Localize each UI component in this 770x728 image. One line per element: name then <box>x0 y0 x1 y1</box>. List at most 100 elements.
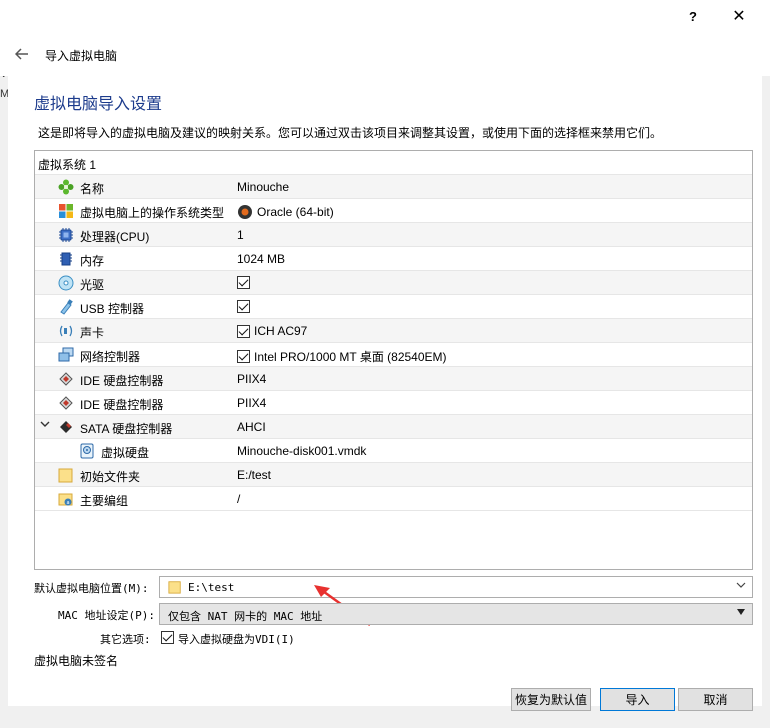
tree-row-ide-1[interactable]: IDE 硬盘控制器 PIIX4 <box>35 367 752 391</box>
value-text: Oracle (64-bit) <box>257 205 334 219</box>
row-label: IDE 硬盘控制器 <box>80 398 164 412</box>
bg-text: M <box>0 88 8 100</box>
cd-checkbox[interactable] <box>237 276 250 289</box>
row-value: Intel PRO/1000 MT 桌面 (82540EM) <box>237 348 447 365</box>
chevron-down-icon[interactable] <box>40 419 52 433</box>
ram-icon <box>58 251 74 267</box>
wizard-nav: 导入虚拟电脑 <box>0 32 770 76</box>
tree-row-ram[interactable]: 内存 1024 MB <box>35 247 752 271</box>
tree-row-hard-disk[interactable]: 虚拟硬盘 Minouche-disk001.vmdk <box>35 439 752 463</box>
wizard-title: 导入虚拟电脑 <box>45 49 118 63</box>
group-icon: a <box>58 491 74 507</box>
unsigned-notice: 虚拟电脑未签名 <box>34 654 119 668</box>
import-vdi-label[interactable]: 导入虚拟硬盘为VDI(I) <box>178 631 295 647</box>
tree-row-group[interactable]: a 主要编组 / <box>35 487 752 511</box>
value-text: Minouche-disk001.vmdk <box>237 444 367 458</box>
row-value: PIIX4 <box>237 396 266 410</box>
tree-row-sound[interactable]: 声卡 ICH AC97 <box>35 319 752 343</box>
value-text: 1024 MB <box>237 252 286 266</box>
help-button[interactable]: ? <box>670 0 716 32</box>
row-value: 1024 MB <box>237 252 285 266</box>
row-label: 内存 <box>80 254 105 268</box>
back-arrow-icon <box>15 48 28 60</box>
value-text: / <box>237 492 241 506</box>
oracle-os-icon <box>238 205 252 219</box>
location-combobox[interactable]: E:\test <box>159 576 753 598</box>
value-text: PIIX4 <box>237 372 267 386</box>
row-value: E:/test <box>237 468 271 482</box>
value-text: PIIX4 <box>237 396 267 410</box>
row-label: 虚拟硬盘 <box>101 446 150 460</box>
value-text: AHCI <box>237 420 266 434</box>
sata-icon <box>58 419 74 435</box>
page-heading: 虚拟电脑导入设置 <box>34 96 163 113</box>
back-button[interactable] <box>12 44 32 64</box>
tree-row-system[interactable]: 虚拟系统 1 <box>35 151 752 175</box>
row-value: Minouche-disk001.vmdk <box>237 444 366 458</box>
value-text: 1 <box>237 228 244 242</box>
tree-row-ide-2[interactable]: IDE 硬盘控制器 PIIX4 <box>35 391 752 415</box>
system-label: 虚拟系统 1 <box>38 158 97 172</box>
value-text: ICH AC97 <box>254 324 308 338</box>
row-value: / <box>237 492 240 506</box>
row-value: PIIX4 <box>237 372 266 386</box>
row-value: Oracle (64-bit) <box>237 204 334 220</box>
row-label: 处理器(CPU) <box>80 230 150 244</box>
row-value: 1 <box>237 228 244 242</box>
sound-icon <box>58 323 74 339</box>
row-label: 虚拟电脑上的操作系统类型 <box>80 206 225 220</box>
cd-icon <box>58 275 74 291</box>
row-value: AHCI <box>237 420 266 434</box>
tree-row-cpu[interactable]: 处理器(CPU) 1 <box>35 223 752 247</box>
tree-row-name[interactable]: 名称 Minouche <box>35 175 752 199</box>
tree-row-cd[interactable]: 光驱 <box>35 271 752 295</box>
import-vdi-checkbox[interactable] <box>161 631 174 644</box>
folder-icon <box>58 467 74 483</box>
network-icon <box>58 347 74 363</box>
usb-checkbox[interactable] <box>237 300 250 313</box>
other-options-label: 其它选项: <box>100 633 151 646</box>
tree-row-network[interactable]: 网络控制器 Intel PRO/1000 MT 桌面 (82540EM) <box>35 343 752 367</box>
import-button[interactable]: 导入 <box>600 688 675 711</box>
row-label: USB 控制器 <box>80 302 145 316</box>
os-type-icon <box>58 203 74 219</box>
value-text: Minouche <box>237 180 290 194</box>
row-label: 名称 <box>80 182 105 196</box>
usb-icon <box>58 299 74 315</box>
close-button[interactable]: ✕ <box>716 0 762 32</box>
row-label: IDE 硬盘控制器 <box>80 374 164 388</box>
caret-down-icon[interactable] <box>736 608 746 619</box>
ide-icon <box>58 395 74 411</box>
tree-row-usb[interactable]: USB 控制器 <box>35 295 752 319</box>
row-label: 主要编组 <box>80 494 129 508</box>
page-description: 这是即将导入的虚拟电脑及建议的映射关系。您可以通过双击该项目来调整其设置，或使用… <box>38 126 663 140</box>
value-text: E:/test <box>237 468 272 482</box>
row-label: SATA 硬盘控制器 <box>80 422 173 436</box>
network-checkbox[interactable] <box>237 350 250 363</box>
hard-disk-icon <box>79 443 95 459</box>
mac-policy-label: MAC 地址设定(P): <box>58 609 155 622</box>
appliance-settings-tree[interactable]: 虚拟系统 1 名称 Minouche 虚拟电脑上的操作系统类型 Oracle (… <box>34 150 753 570</box>
row-value <box>237 300 250 313</box>
cancel-button[interactable]: 取消 <box>678 688 753 711</box>
row-value <box>237 276 250 289</box>
row-label: 初始文件夹 <box>80 470 141 484</box>
location-value: E:\test <box>188 581 235 594</box>
sound-checkbox[interactable] <box>237 324 250 338</box>
value-text: Intel PRO/1000 MT 桌面 (82540EM) <box>254 350 447 364</box>
location-label: 默认虚拟电脑位置(M): <box>34 582 149 595</box>
wizard-page: 虚拟电脑导入设置 这是即将导入的虚拟电脑及建议的映射关系。您可以通过双击该项目来… <box>8 76 762 711</box>
row-value: Minouche <box>237 180 289 194</box>
restore-defaults-button[interactable]: 恢复为默认值 <box>511 688 591 711</box>
title-bar: ? ✕ <box>0 0 770 32</box>
row-label: 光驱 <box>80 278 105 292</box>
tree-row-sata[interactable]: SATA 硬盘控制器 AHCI <box>35 415 752 439</box>
tree-row-base-folder[interactable]: 初始文件夹 E:/test <box>35 463 752 487</box>
tree-row-os-type[interactable]: 虚拟电脑上的操作系统类型 Oracle (64-bit) <box>35 199 752 223</box>
cpu-icon <box>58 227 74 243</box>
mac-policy-select[interactable]: 仅包含 NAT 网卡的 MAC 地址 <box>159 603 753 625</box>
name-icon <box>58 179 74 195</box>
ide-icon <box>58 371 74 387</box>
row-value: ICH AC97 <box>237 324 307 338</box>
chevron-down-icon[interactable] <box>736 580 746 593</box>
